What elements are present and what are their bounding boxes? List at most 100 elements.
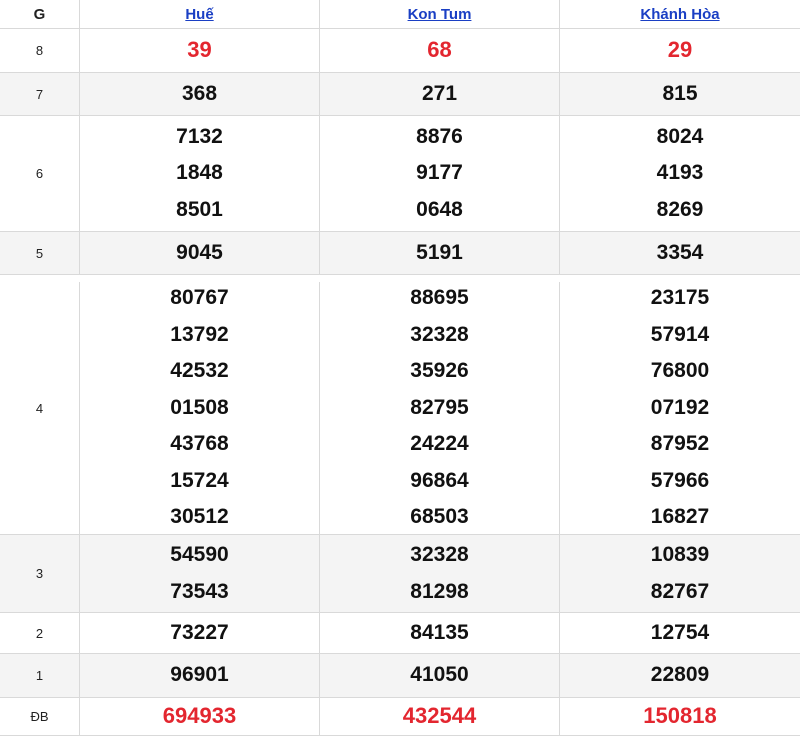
result-cell-khanh-hoa: 23175 57914 76800 07192 87952 57966 16827 xyxy=(560,282,800,534)
prize-row: 4 80767 13792 42532 01508 43768 15724 30512 8869… xyxy=(0,282,800,535)
prize-label: 4 xyxy=(0,282,80,534)
prize-label-text: 4 xyxy=(35,400,44,416)
province-header-khanh-hoa: Khánh Hòa xyxy=(560,0,800,28)
result-number: 73227 xyxy=(170,620,229,644)
result-cell-hue: 7132 1848 8501 xyxy=(80,116,320,231)
province-link-khanh-hoa[interactable]: Khánh Hòa xyxy=(640,6,719,23)
result-cell-khanh-hoa: 12754 xyxy=(560,613,800,653)
result-cell-kon-tum: 41050 xyxy=(320,654,560,697)
result-cell-hue: 39 xyxy=(80,29,320,72)
result-number: 84135 xyxy=(410,620,469,644)
result-number: 8269 xyxy=(656,197,704,221)
result-number: 54590 xyxy=(170,543,229,566)
province-link-kon-tum[interactable]: Kon Tum xyxy=(408,6,472,23)
result-number: 87952 xyxy=(650,432,710,456)
result-number: 01508 xyxy=(170,395,229,419)
result-number: 68503 xyxy=(410,505,469,529)
result-number: 43768 xyxy=(170,432,229,456)
prize-row: 2 73227 84135 12754 xyxy=(0,613,800,654)
result-number: 80767 xyxy=(170,286,229,310)
result-number: 76800 xyxy=(650,359,710,383)
result-number: 9045 xyxy=(176,240,223,264)
result-number: 1848 xyxy=(176,161,223,185)
prize-label-text: 5 xyxy=(35,245,44,261)
result-cell-hue: 73227 xyxy=(80,613,320,653)
result-number: 96901 xyxy=(170,663,229,687)
result-number: 7132 xyxy=(176,124,223,148)
result-cell-khanh-hoa: 3354 xyxy=(560,232,800,274)
result-number: 12754 xyxy=(650,620,710,644)
result-number: 432544 xyxy=(402,703,477,729)
prize-label: 5 xyxy=(0,232,80,274)
result-number: 39 xyxy=(187,37,212,63)
prize-label: 1 xyxy=(0,654,80,697)
prize-column-header: G xyxy=(0,0,80,28)
result-cell-khanh-hoa: 10839 82767 xyxy=(560,535,800,612)
province-link-hue[interactable]: Huế xyxy=(185,6,213,23)
result-number: 57914 xyxy=(650,322,710,346)
result-number: 41050 xyxy=(410,663,469,687)
result-cell-khanh-hoa: 8024 4193 8269 xyxy=(560,116,800,231)
result-number: 15724 xyxy=(170,468,229,492)
result-number: 4193 xyxy=(656,161,704,185)
table-header-row: G Huế Kon Tum Khánh Hòa xyxy=(0,0,800,29)
result-cell-khanh-hoa: 150818 xyxy=(560,698,800,735)
result-cell-kon-tum: 271 xyxy=(320,73,560,115)
prize-row: 6 7132 1848 8501 8876 9177 0648 8024 4193 8269 xyxy=(0,116,800,232)
result-number: 81298 xyxy=(410,579,469,603)
result-cell-kon-tum: 88695 32328 35926 82795 24224 96864 68503 xyxy=(320,282,560,534)
result-cell-khanh-hoa: 22809 xyxy=(560,654,800,697)
result-number: 29 xyxy=(667,37,693,63)
prize-row: 5 9045 5191 3354 xyxy=(0,232,800,275)
prize-label-text: ĐB xyxy=(30,709,49,724)
prize-label: 8 xyxy=(0,29,80,72)
province-header-kon-tum: Kon Tum xyxy=(320,0,560,28)
result-number: 9177 xyxy=(416,161,463,185)
prize-label: 6 xyxy=(0,116,80,231)
result-number: 0648 xyxy=(416,197,463,221)
result-number: 150818 xyxy=(643,703,717,729)
result-number: 815 xyxy=(662,81,698,105)
prize-label-text: 2 xyxy=(35,625,44,641)
result-number: 13792 xyxy=(170,322,229,346)
result-cell-hue: 368 xyxy=(80,73,320,115)
province-header-hue: Huế xyxy=(80,0,320,28)
prize-label: 2 xyxy=(0,613,80,653)
result-number: 5191 xyxy=(416,240,463,264)
result-cell-hue: 694933 xyxy=(80,698,320,735)
prize-row: 3 54590 73543 32328 81298 10839 82767 xyxy=(0,535,800,613)
result-number: 73543 xyxy=(170,579,229,603)
result-cell-khanh-hoa: 815 xyxy=(560,73,800,115)
result-number: 10839 xyxy=(650,543,710,566)
result-cell-kon-tum: 32328 81298 xyxy=(320,535,560,612)
result-number: 22809 xyxy=(650,663,710,687)
result-number: 68 xyxy=(427,37,452,63)
result-number: 368 xyxy=(181,81,218,105)
lottery-results-table: G Huế Kon Tum Khánh Hòa 8 39 68 29 7 368 271 81… xyxy=(0,0,800,736)
prize-row: ĐB 694933 432544 150818 xyxy=(0,698,800,736)
result-number: 271 xyxy=(421,81,458,105)
result-cell-kon-tum: 8876 9177 0648 xyxy=(320,116,560,231)
result-number: 694933 xyxy=(162,703,237,729)
result-number: 82795 xyxy=(410,395,469,419)
result-cell-hue: 80767 13792 42532 01508 43768 15724 30512 xyxy=(80,282,320,534)
result-number: 32328 xyxy=(410,322,469,346)
prize-label: ĐB xyxy=(0,698,80,735)
result-cell-hue: 54590 73543 xyxy=(80,535,320,612)
prize-label-text: 3 xyxy=(35,566,44,581)
result-number: 8501 xyxy=(176,197,223,221)
prize-row: 8 39 68 29 xyxy=(0,29,800,73)
result-number: 35926 xyxy=(410,359,469,383)
result-number: 82767 xyxy=(650,579,710,603)
result-number: 3354 xyxy=(656,240,704,264)
prize-label-text: 6 xyxy=(35,166,44,181)
result-cell-khanh-hoa: 29 xyxy=(560,29,800,72)
result-cell-kon-tum: 84135 xyxy=(320,613,560,653)
result-number: 30512 xyxy=(170,505,229,529)
result-number: 8024 xyxy=(656,124,704,148)
result-number: 16827 xyxy=(650,505,710,529)
prize-label-text: 1 xyxy=(35,668,44,683)
result-cell-hue: 9045 xyxy=(80,232,320,274)
prize-row: 7 368 271 815 xyxy=(0,73,800,116)
result-cell-kon-tum: 68 xyxy=(320,29,560,72)
